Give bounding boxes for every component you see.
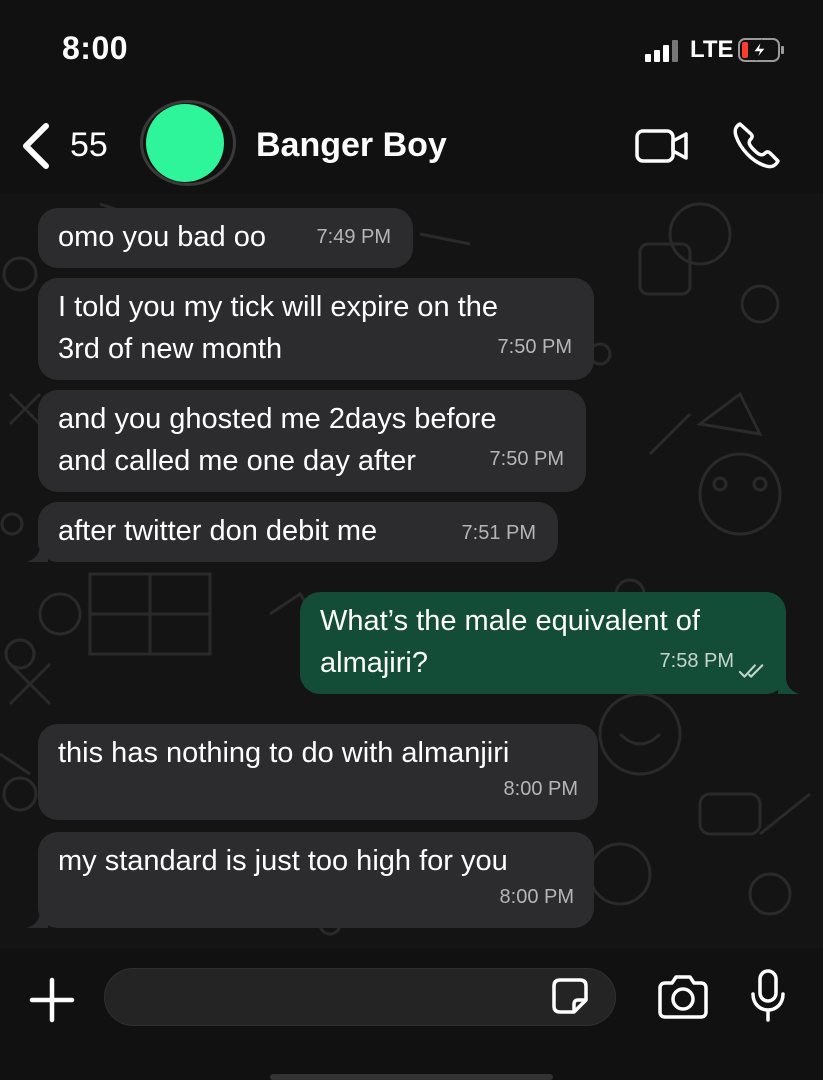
message-timestamp: 7:58 PM — [659, 650, 734, 672]
video-camera-icon[interactable] — [634, 126, 690, 166]
signal-bars-icon — [645, 40, 685, 62]
contact-name[interactable]: Banger Boy — [256, 126, 447, 165]
message-text: my standard is just too high for you — [58, 845, 508, 877]
bubble-tail — [26, 540, 48, 562]
message-bubble-incoming[interactable]: I told you my tick will expire on the 3r… — [38, 278, 594, 380]
message-input[interactable] — [104, 968, 616, 1026]
microphone-icon[interactable] — [748, 968, 788, 1024]
message-timestamp: 8:00 PM — [499, 886, 574, 908]
battery-charging-icon — [738, 38, 784, 62]
sticker-icon[interactable] — [548, 974, 592, 1018]
message-bubble-incoming[interactable]: omo you bad oo 7:49 PM — [38, 208, 413, 268]
message-timestamp: 7:49 PM — [316, 226, 391, 248]
message-composer — [0, 948, 823, 1080]
status-time: 8:00 — [62, 30, 129, 66]
status-bar: 8:00 LTE — [0, 0, 823, 100]
phone-icon[interactable] — [728, 118, 784, 174]
message-text: this has nothing to do with almanjiri — [58, 737, 510, 769]
message-timestamp: 8:00 PM — [503, 778, 578, 800]
message-bubble-outgoing[interactable]: What’s the male equivalent of almajiri? … — [300, 592, 786, 694]
message-bubble-incoming[interactable]: and you ghosted me 2days before and call… — [38, 390, 586, 492]
chat-header: 55 Banger Boy — [0, 100, 823, 194]
bubble-tail — [778, 672, 800, 694]
double-check-icon — [738, 664, 764, 678]
message-timestamp: 7:51 PM — [461, 522, 536, 544]
message-timestamp: 7:50 PM — [489, 448, 564, 470]
home-indicator — [270, 1074, 553, 1080]
message-timestamp: 7:50 PM — [497, 336, 572, 358]
camera-icon[interactable] — [656, 974, 710, 1020]
unread-count[interactable]: 55 — [70, 126, 108, 165]
plus-icon[interactable] — [28, 976, 76, 1024]
message-bubble-incoming[interactable]: this has nothing to do with almanjiri 8:… — [38, 724, 598, 820]
chevron-left-icon[interactable] — [18, 122, 58, 170]
message-bubble-incoming[interactable]: my standard is just too high for you 8:0… — [38, 832, 594, 928]
bubble-tail — [26, 906, 48, 928]
avatar[interactable] — [146, 104, 224, 182]
network-label: LTE — [690, 36, 734, 63]
chat-area[interactable]: omo you bad oo 7:49 PM I told you my tic… — [0, 194, 823, 948]
message-bubble-incoming[interactable]: after twitter don debit me 7:51 PM — [38, 502, 558, 562]
